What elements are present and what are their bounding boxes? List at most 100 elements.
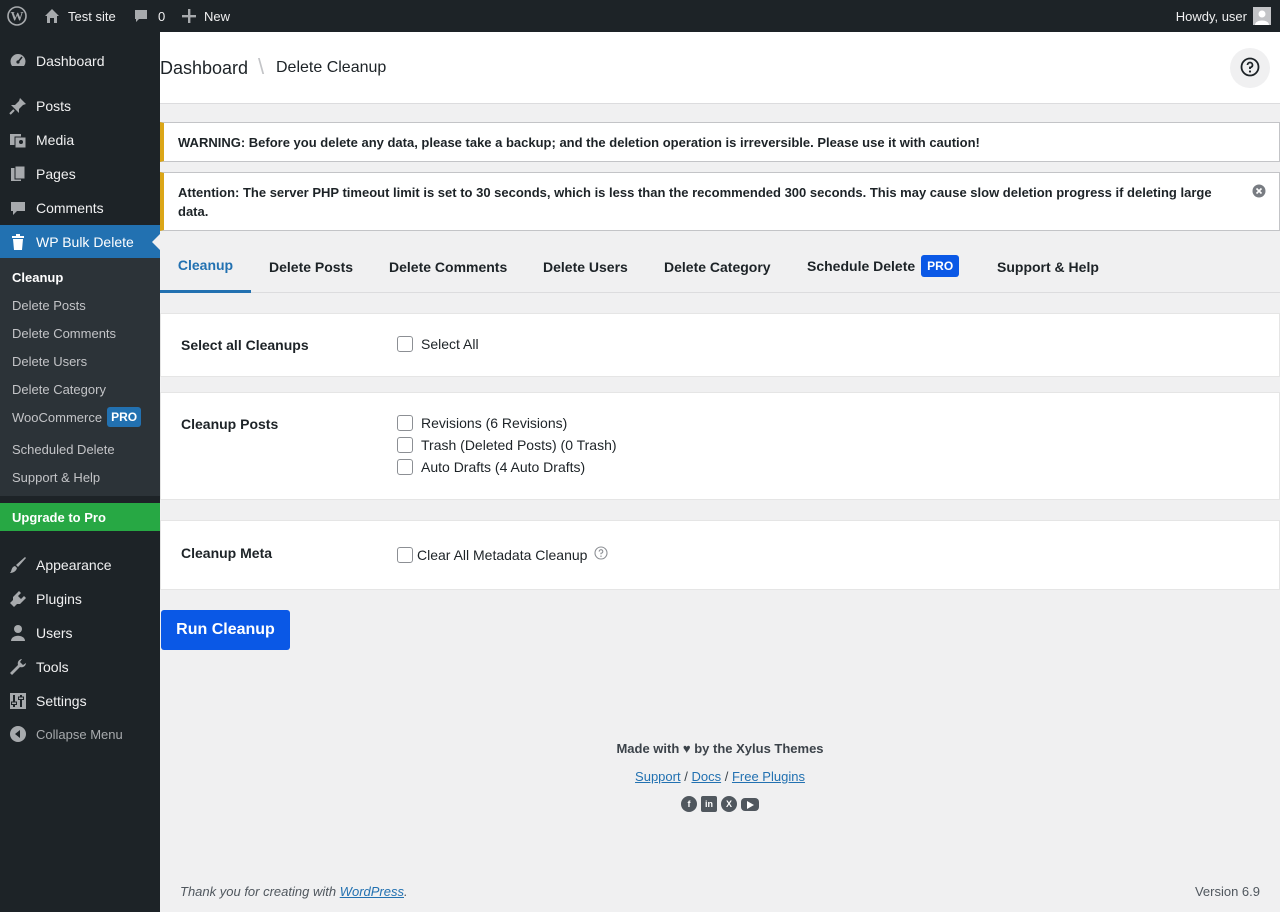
sidebar-item-label: Media — [36, 132, 75, 148]
wordpress-link[interactable]: WordPress — [340, 884, 404, 899]
help-tooltip-icon[interactable] — [594, 546, 608, 563]
sidebar-item-label: WP Bulk Delete — [36, 234, 134, 250]
version-text: Version 6.9 — [1194, 884, 1260, 899]
sidebar-item-tools[interactable]: Tools — [0, 650, 160, 684]
plug-icon — [9, 590, 27, 608]
collapse-arrow-icon — [9, 725, 27, 743]
metadata-option[interactable]: Clear All Metadata Cleanup — [397, 546, 608, 563]
link-separator: / — [684, 769, 688, 784]
sidebar-item-dashboard[interactable]: Dashboard — [0, 44, 160, 78]
sidebar-item-posts[interactable]: Posts — [0, 89, 160, 123]
help-button[interactable] — [1230, 48, 1270, 88]
section-label: Select all Cleanups — [181, 337, 309, 353]
submenu-item-delete-users[interactable]: Delete Users — [12, 354, 87, 369]
facebook-icon[interactable]: f — [681, 796, 697, 812]
select-all-checkbox[interactable] — [397, 336, 413, 352]
page-title: Delete Cleanup — [276, 59, 387, 76]
tab-bar: Cleanup Delete Posts Delete Comments Del… — [160, 240, 1280, 293]
sidebar-item-label: Plugins — [36, 591, 82, 607]
sidebar-item-label: Tools — [36, 659, 69, 675]
trash-option[interactable]: Trash (Deleted Posts) (0 Trash) — [397, 437, 617, 453]
sidebar-item-appearance[interactable]: Appearance — [0, 548, 160, 582]
collapse-menu-button[interactable]: Collapse Menu — [0, 717, 160, 751]
home-icon — [44, 8, 60, 24]
submenu-item-delete-comments[interactable]: Delete Comments — [12, 326, 116, 341]
breadcrumb-separator: \ — [258, 54, 265, 79]
tab-label: Schedule Delete — [807, 257, 916, 274]
auto-drafts-checkbox[interactable] — [397, 459, 413, 475]
tab-schedule-delete[interactable]: Schedule Delete PRO — [807, 239, 960, 292]
question-icon — [1240, 57, 1260, 80]
sidebar-item-label: Posts — [36, 98, 72, 114]
option-label: Auto Drafts (4 Auto Drafts) — [421, 459, 586, 475]
metadata-checkbox[interactable] — [397, 546, 413, 563]
admin-bar: W Test site 0 New Howdy, user — [0, 0, 1280, 32]
auto-drafts-option[interactable]: Auto Drafts (4 Auto Drafts) — [397, 459, 585, 475]
sidebar-item-comments[interactable]: Comments — [0, 191, 160, 225]
sidebar-item-label: Dashboard — [36, 53, 105, 69]
wrench-icon — [9, 658, 27, 676]
submenu-item-delete-posts[interactable]: Delete Posts — [12, 298, 86, 313]
option-label: Select All — [421, 336, 479, 352]
made-with-text: Made with ♥ by the Xylus Themes — [616, 741, 824, 756]
account-menu[interactable]: Howdy, user — [1176, 0, 1271, 32]
trash-icon — [9, 233, 27, 251]
sidebar-item-users[interactable]: Users — [0, 616, 160, 650]
x-icon[interactable]: X — [721, 796, 737, 812]
select-all-option[interactable]: Select All — [397, 336, 479, 352]
submenu-item-cleanup[interactable]: Cleanup — [12, 270, 63, 285]
warning-text: WARNING: Before you delete any data, ple… — [178, 135, 980, 150]
sidebar-item-plugins[interactable]: Plugins — [0, 582, 160, 616]
submenu-item-scheduled-delete[interactable]: Scheduled Delete — [12, 442, 115, 457]
submenu-item-woocommerce[interactable]: WooCommerce PRO — [12, 407, 142, 427]
sidebar-item-media[interactable]: Media — [0, 123, 160, 157]
comments-link[interactable]: 0 — [133, 0, 165, 32]
tab-delete-category[interactable]: Delete Category — [664, 240, 771, 293]
cleanup-meta-section: Cleanup Meta Clear All Metadata Cleanup — [160, 520, 1280, 590]
collapse-menu-label: Collapse Menu — [36, 726, 123, 742]
docs-link[interactable]: Docs — [691, 769, 721, 784]
brush-icon — [9, 556, 27, 574]
tab-support-help[interactable]: Support & Help — [997, 240, 1099, 293]
section-label: Cleanup Meta — [181, 545, 273, 561]
youtube-icon[interactable] — [741, 798, 759, 811]
support-link[interactable]: Support — [635, 769, 681, 784]
upgrade-to-pro-link[interactable]: Upgrade to Pro — [0, 503, 160, 531]
pin-icon — [9, 97, 27, 115]
settings-icon — [9, 692, 27, 710]
page-header: Dashboard \ Delete Cleanup — [160, 32, 1280, 104]
sidebar-item-wp-bulk-delete[interactable]: WP Bulk Delete — [0, 225, 160, 259]
tab-delete-posts[interactable]: Delete Posts — [269, 240, 353, 293]
breadcrumb-dashboard[interactable]: Dashboard — [160, 58, 248, 79]
pages-icon — [9, 165, 27, 183]
sidebar-item-settings[interactable]: Settings — [0, 684, 160, 718]
sidebar-item-pages[interactable]: Pages — [0, 157, 160, 191]
wordpress-logo-icon[interactable]: W — [7, 0, 27, 32]
dashboard-icon — [9, 52, 27, 70]
sidebar-item-label: Comments — [36, 200, 104, 216]
linkedin-icon[interactable]: in — [701, 796, 717, 812]
thanks-prefix: Thank you for creating with — [180, 884, 340, 899]
revisions-option[interactable]: Revisions (6 Revisions) — [397, 415, 567, 431]
trash-checkbox[interactable] — [397, 437, 413, 453]
submenu-item-label: WooCommerce — [12, 409, 103, 425]
option-label: Trash (Deleted Posts) (0 Trash) — [421, 437, 617, 453]
tab-cleanup[interactable]: Cleanup — [160, 240, 251, 293]
thanks-suffix: . — [404, 884, 408, 899]
media-icon — [9, 131, 27, 149]
submenu-item-delete-category[interactable]: Delete Category — [12, 382, 106, 397]
cleanup-posts-section: Cleanup Posts Revisions (6 Revisions) Tr… — [160, 392, 1280, 500]
site-name-link[interactable]: Test site — [44, 0, 116, 32]
new-content-link[interactable]: New — [182, 0, 230, 32]
tab-delete-users[interactable]: Delete Users — [543, 240, 628, 293]
submenu-item-support-help[interactable]: Support & Help — [12, 470, 100, 485]
greeting: Howdy, user — [1175, 8, 1247, 24]
free-plugins-link[interactable]: Free Plugins — [732, 769, 805, 784]
dismiss-icon[interactable] — [1252, 184, 1266, 198]
pro-badge: PRO — [107, 407, 142, 427]
revisions-checkbox[interactable] — [397, 415, 413, 431]
tab-delete-comments[interactable]: Delete Comments — [389, 240, 507, 293]
comment-icon — [9, 199, 27, 217]
sidebar-item-label: Pages — [36, 166, 76, 182]
run-cleanup-button[interactable]: Run Cleanup — [161, 610, 290, 650]
